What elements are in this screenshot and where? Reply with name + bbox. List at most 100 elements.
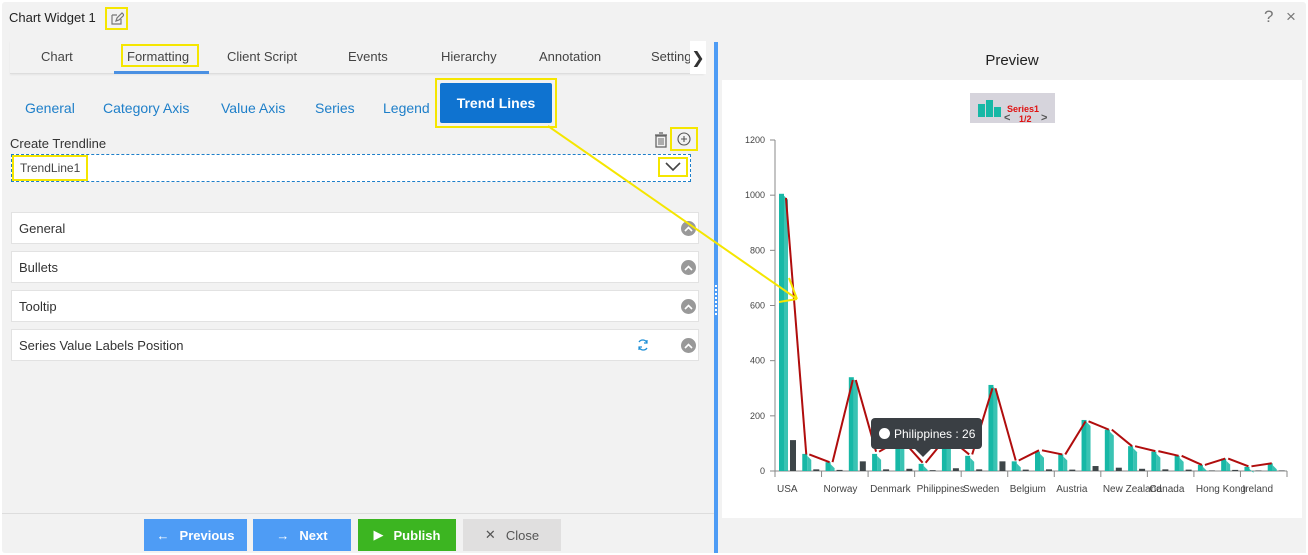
chevron-up-icon[interactable] [681,260,696,275]
bar-series1 [918,463,924,471]
bar-series1 [779,193,784,471]
tabs-scroll-right-icon[interactable]: ❯ [690,41,706,74]
subtab-legend[interactable]: Legend [383,100,430,116]
legend-next-arrow[interactable]: > [1041,112,1047,124]
bar-series1 [1128,446,1134,471]
bar-series2 [1069,469,1076,471]
bar-series2 [1139,468,1146,471]
tab-settings[interactable]: Settings [651,49,691,64]
refresh-icon[interactable] [636,338,650,352]
publish-button[interactable]: ▶ Publish [358,519,456,551]
bar-series1 [1035,451,1040,471]
bar-series1 [825,462,831,471]
bar-series1 [1151,451,1157,471]
legend-prev-arrow[interactable]: < [1004,112,1010,124]
play-icon: ▶ [373,527,384,542]
bar-series1 [1197,464,1203,471]
bar-series1 [1174,455,1180,471]
accordion-tooltip-label: Tooltip [19,299,57,314]
accordion-svlp-label: Series Value Labels Position [19,338,184,353]
chevron-up-icon[interactable] [681,299,696,314]
legend-page-indicator: 1/2 [1019,114,1032,124]
accordion-bullets[interactable]: Bullets [11,251,699,283]
bar-series2 [1022,469,1029,471]
create-trendline-label: Create Trendline [10,136,107,151]
bar-series2 [1162,469,1169,471]
accordion-general[interactable]: General [11,212,699,244]
subtab-trend-lines[interactable]: Trend Lines [440,83,552,123]
add-trendline-button[interactable] [670,127,698,151]
bar-series1 [1104,429,1110,471]
publish-label: Publish [393,527,441,543]
next-button[interactable]: → Next [253,519,351,551]
main-tabs: Chart Formatting Client Script Events Hi… [10,41,706,74]
plus-circle-icon [677,132,691,146]
subtab-category-axis[interactable]: Category Axis [103,100,189,116]
delete-trendline-icon[interactable] [654,132,668,148]
tab-chart[interactable]: Chart [41,49,73,64]
x-tick-label: Canada [1149,484,1184,495]
legend-bar-icon [994,107,1001,117]
close-label: Close [505,527,540,543]
preview-title: Preview [985,52,1039,69]
x-tick-label: USA [777,484,798,495]
y-tick-label: 1200 [745,135,765,145]
y-tick-label: 200 [750,411,765,421]
chevron-up-icon[interactable] [681,338,696,353]
bar-series1 [965,455,971,471]
bar-series2 [1255,470,1262,471]
title-bar: Chart Widget 1 ? × [2,2,1306,36]
accordion-general-label: General [19,221,66,236]
tab-client-script[interactable]: Client Script [227,49,297,64]
x-tick-label: Sweden [963,484,999,495]
footer-divider [2,513,714,514]
bar-series1-shade [1133,448,1138,471]
y-tick-label: 1000 [745,190,765,200]
bar-series2 [906,468,913,471]
subtab-series[interactable]: Series [315,100,355,116]
bar-series2 [952,468,959,471]
arrow-right-icon: → [276,527,290,543]
x-tick-label: Denmark [870,484,912,495]
y-tick-label: 0 [760,466,765,476]
bar-series2 [1232,469,1239,471]
close-button[interactable]: ✕ Close [463,519,561,551]
help-icon[interactable]: ? [1264,7,1273,27]
bar-series1 [802,453,808,471]
bar-series1-shade [784,195,788,471]
tab-hierarchy[interactable]: Hierarchy [441,49,497,64]
accordion-series-value-labels-position[interactable]: Series Value Labels Position [11,329,699,361]
bar-series1-shade [1086,421,1091,471]
chevron-down-icon[interactable] [658,157,688,177]
trendline-select[interactable]: TrendLine1 [11,154,691,182]
chevron-up-icon[interactable] [681,221,696,236]
x-tick-label: Hong Kong [1196,484,1246,495]
x-tick-label: Belgium [1010,484,1046,495]
close-x-icon: ✕ [484,527,496,542]
legend-series-name: Series1 [1007,104,1040,114]
settings-pane: Chart Formatting Client Script Events Hi… [2,36,714,553]
tab-annotation[interactable]: Annotation [539,49,601,64]
tab-events[interactable]: Events [348,49,388,64]
trendline-select-value: TrendLine1 [12,155,89,181]
y-tick-label: 800 [750,245,765,255]
edit-title-icon[interactable] [105,7,128,30]
bar-series2 [929,470,936,471]
x-tick-label: Austria [1056,484,1088,495]
bar-series1-shade [993,386,998,471]
previous-button[interactable]: ← Previous [144,519,247,551]
close-icon[interactable]: × [1286,7,1296,27]
subtab-general[interactable]: General [25,100,75,116]
accordion-bullets-label: Bullets [19,260,59,275]
bar-series1 [1011,461,1017,471]
accordion-tooltip[interactable]: Tooltip [11,290,699,322]
chart-tooltip: Philippines : 26 [871,418,982,449]
legend-bar-icon [986,100,993,117]
bar-series2 [1208,470,1215,471]
bar-series2 [1046,469,1052,471]
active-tab-underline [114,71,209,74]
subtab-value-axis[interactable]: Value Axis [221,100,285,116]
y-tick-label: 600 [750,301,765,311]
bar-series2 [813,469,820,471]
splitter-grip-handle[interactable] [715,285,717,315]
